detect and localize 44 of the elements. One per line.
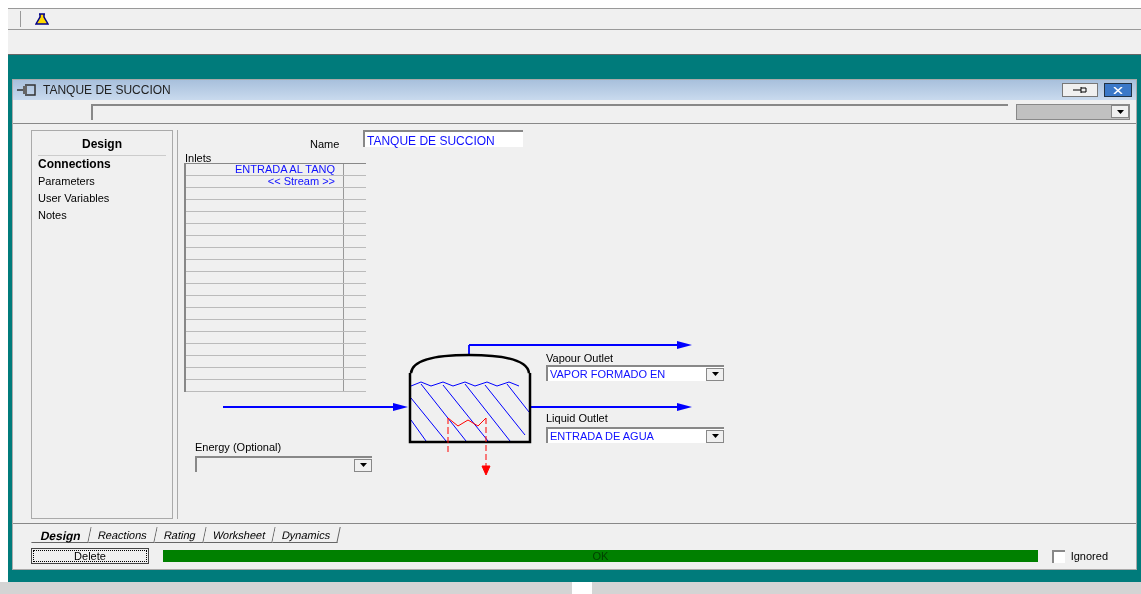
flask-icon[interactable] — [35, 13, 49, 25]
vapour-outlet-dropdown[interactable]: VAPOR FORMADO EN — [546, 365, 724, 381]
dropdown-button[interactable] — [706, 429, 724, 443]
inlets-label: Inlets — [185, 151, 212, 166]
ignored-label: Ignored — [1070, 548, 1108, 564]
caret-icon — [711, 434, 719, 438]
delete-button[interactable]: Delete — [31, 548, 149, 564]
nav-item[interactable]: Notes — [38, 207, 166, 224]
liquid-outlet-label: Liquid Outlet — [546, 411, 608, 426]
dropdown-button[interactable] — [1111, 105, 1129, 118]
caret-icon — [711, 372, 719, 376]
vapour-outlet-label: Vapour Outlet — [546, 351, 614, 366]
dropdown-field[interactable] — [1016, 103, 1130, 120]
caret-icon — [1116, 109, 1124, 114]
tab[interactable]: Design — [31, 527, 92, 543]
pin-icon — [1073, 87, 1087, 93]
splitter-handle[interactable] — [572, 582, 592, 594]
status-bar: OK — [163, 550, 1038, 562]
ignored-checkbox[interactable] — [1051, 549, 1065, 563]
inlet-stream-cell[interactable]: ENTRADA AL TANQ — [234, 164, 335, 175]
tab[interactable]: Rating — [154, 527, 207, 543]
tab[interactable]: Dynamics — [272, 527, 342, 543]
tank-icon — [17, 84, 37, 96]
name-label: Name — [310, 137, 340, 152]
nav-item[interactable]: User Variables — [38, 190, 166, 207]
name-field[interactable]: TANQUE DE SUCCION — [363, 130, 523, 147]
close-button[interactable] — [1104, 83, 1132, 97]
caret-icon — [359, 463, 367, 467]
tab[interactable]: Reactions — [88, 527, 158, 543]
inlet-stream-cell[interactable]: << Stream >> — [267, 176, 335, 187]
close-icon — [1113, 86, 1123, 94]
nav-item[interactable]: Parameters — [38, 173, 166, 190]
description-field[interactable] — [91, 103, 1008, 120]
energy-label: Energy (Optional) — [195, 440, 282, 455]
dropdown-button[interactable] — [706, 367, 724, 381]
nav-heading: Design — [38, 135, 166, 156]
liquid-outlet-dropdown[interactable]: ENTRADA DE AGUA — [546, 427, 724, 443]
nav-item[interactable]: Connections — [38, 156, 166, 173]
vapour-outlet-value: VAPOR FORMADO EN — [549, 366, 667, 382]
tab[interactable]: Worksheet — [203, 527, 276, 543]
window-title: TANQUE DE SUCCION — [43, 82, 171, 99]
pin-button[interactable] — [1062, 83, 1098, 97]
dropdown-button[interactable] — [354, 458, 372, 472]
liquid-outlet-value: ENTRADA DE AGUA — [549, 428, 655, 444]
